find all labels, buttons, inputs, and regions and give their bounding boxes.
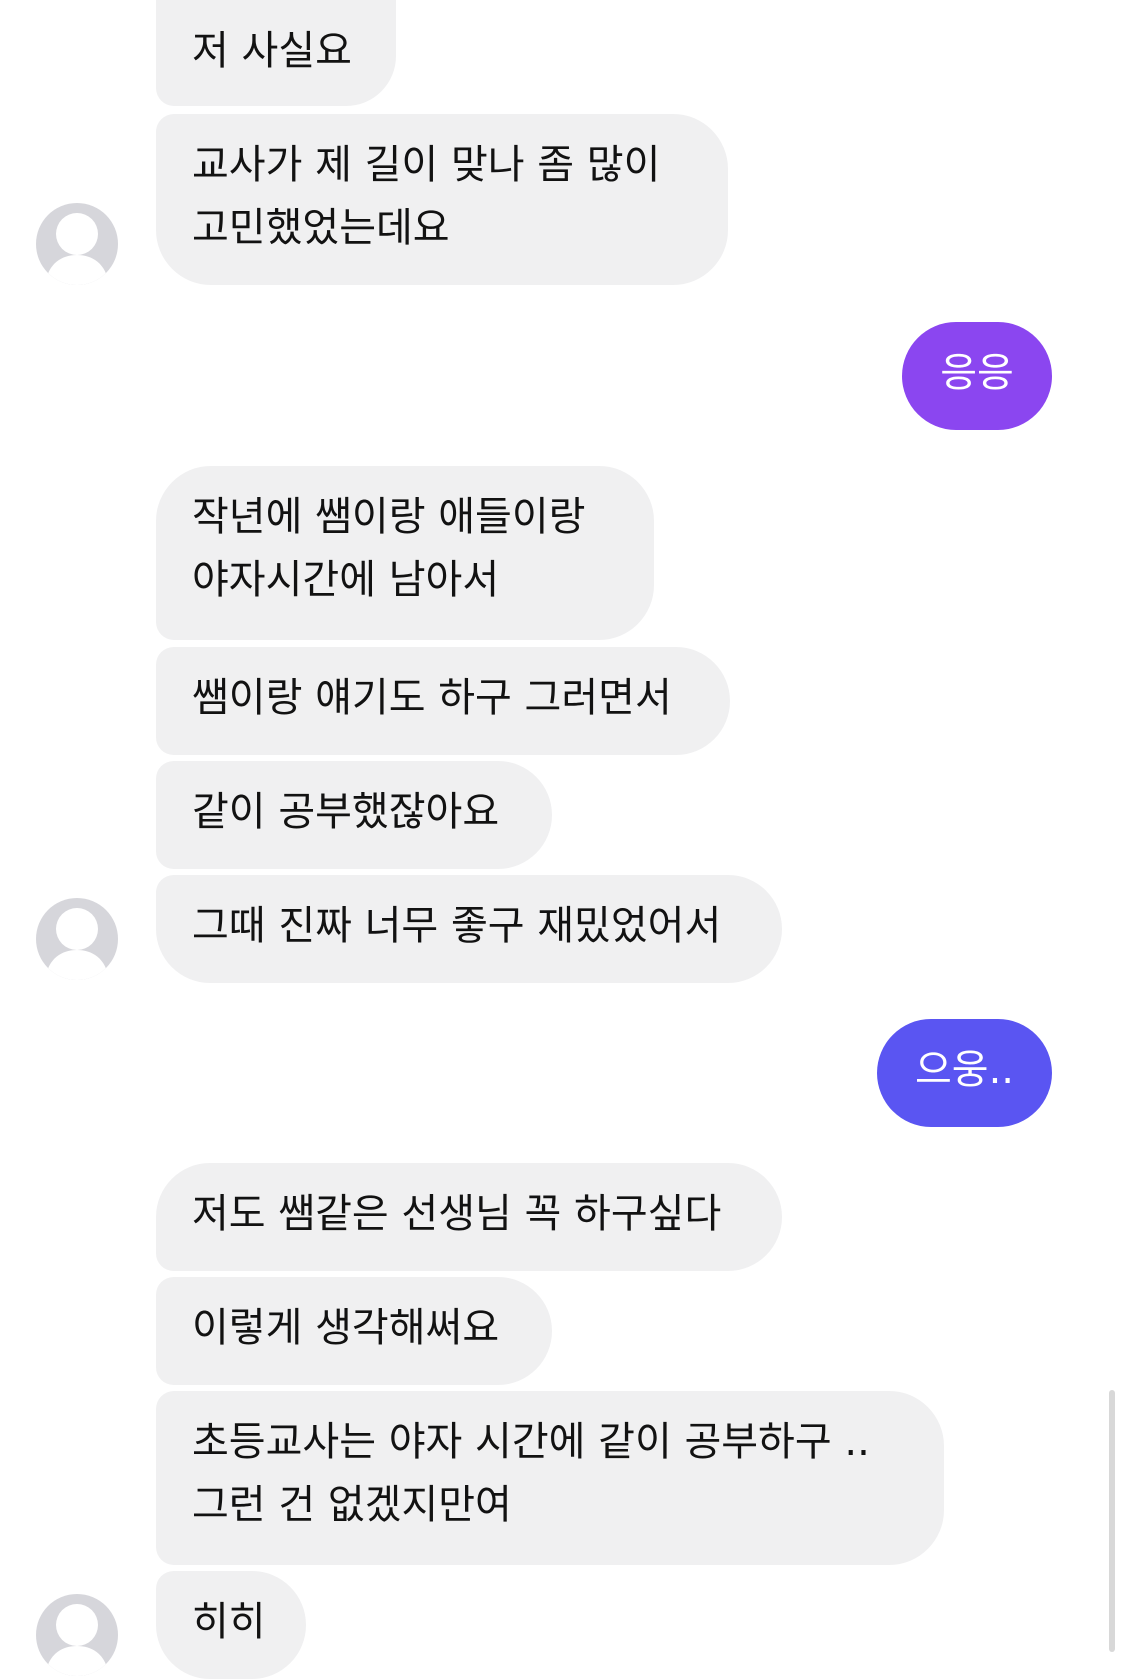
incoming-message-bubble[interactable]: 저도 쌤같은 선생님 꼭 하구싶다 [156, 1163, 782, 1271]
incoming-message-bubble[interactable]: 같이 공부했잖아요 [156, 761, 552, 869]
incoming-message-bubble[interactable]: 그때 진짜 너무 좋구 재밌었어서 [156, 875, 782, 983]
message-text: 그때 진짜 너무 좋구 재밌었어서 [192, 903, 722, 949]
message-text: 저 사실요 [192, 28, 352, 74]
incoming-message-bubble[interactable]: 쌤이랑 얘기도 하구 그러면서 [156, 647, 730, 755]
message-text: 이렇게 생각해써요 [192, 1305, 500, 1351]
incoming-message-bubble[interactable]: 작년에 쌤이랑 애들이랑 야자시간에 남아서 [156, 466, 654, 640]
default-user-icon[interactable] [36, 1594, 118, 1676]
message-text: 응응 [940, 350, 1014, 396]
outgoing-message-bubble[interactable]: 으웅.. [877, 1019, 1052, 1127]
message-text: 교사가 제 길이 맞나 좀 많이 [192, 142, 661, 188]
message-text: 으웅.. [914, 1047, 1015, 1093]
default-user-icon[interactable] [36, 898, 118, 980]
outgoing-message-bubble[interactable]: 응응 [902, 322, 1052, 430]
incoming-message-bubble[interactable]: 초등교사는 야자 시간에 같이 공부하구 .. 그런 건 없겠지만여 [156, 1391, 944, 1565]
message-text: 히히 [192, 1599, 266, 1645]
default-user-icon[interactable] [36, 203, 118, 285]
message-text: 저도 쌤같은 선생님 꼭 하구싶다 [192, 1191, 722, 1237]
message-text: 그런 건 없겠지만여 [192, 1482, 512, 1528]
message-text: 초등교사는 야자 시간에 같이 공부하구 .. [192, 1419, 870, 1465]
incoming-message-bubble[interactable]: 이렇게 생각해써요 [156, 1277, 552, 1385]
message-text: 야자시간에 남아서 [192, 557, 500, 603]
incoming-message-bubble[interactable]: 히히 [156, 1571, 306, 1679]
message-text: 작년에 쌤이랑 애들이랑 [192, 494, 586, 540]
message-text: 쌤이랑 얘기도 하구 그러면서 [192, 675, 672, 721]
incoming-message-bubble[interactable]: 저 사실요 [156, 0, 396, 106]
message-text: 고민했었는데요 [192, 205, 450, 251]
scrollbar[interactable] [1109, 1390, 1115, 1652]
incoming-message-bubble[interactable]: 교사가 제 길이 맞나 좀 많이 고민했었는데요 [156, 114, 728, 285]
message-text: 같이 공부했잖아요 [192, 789, 500, 835]
